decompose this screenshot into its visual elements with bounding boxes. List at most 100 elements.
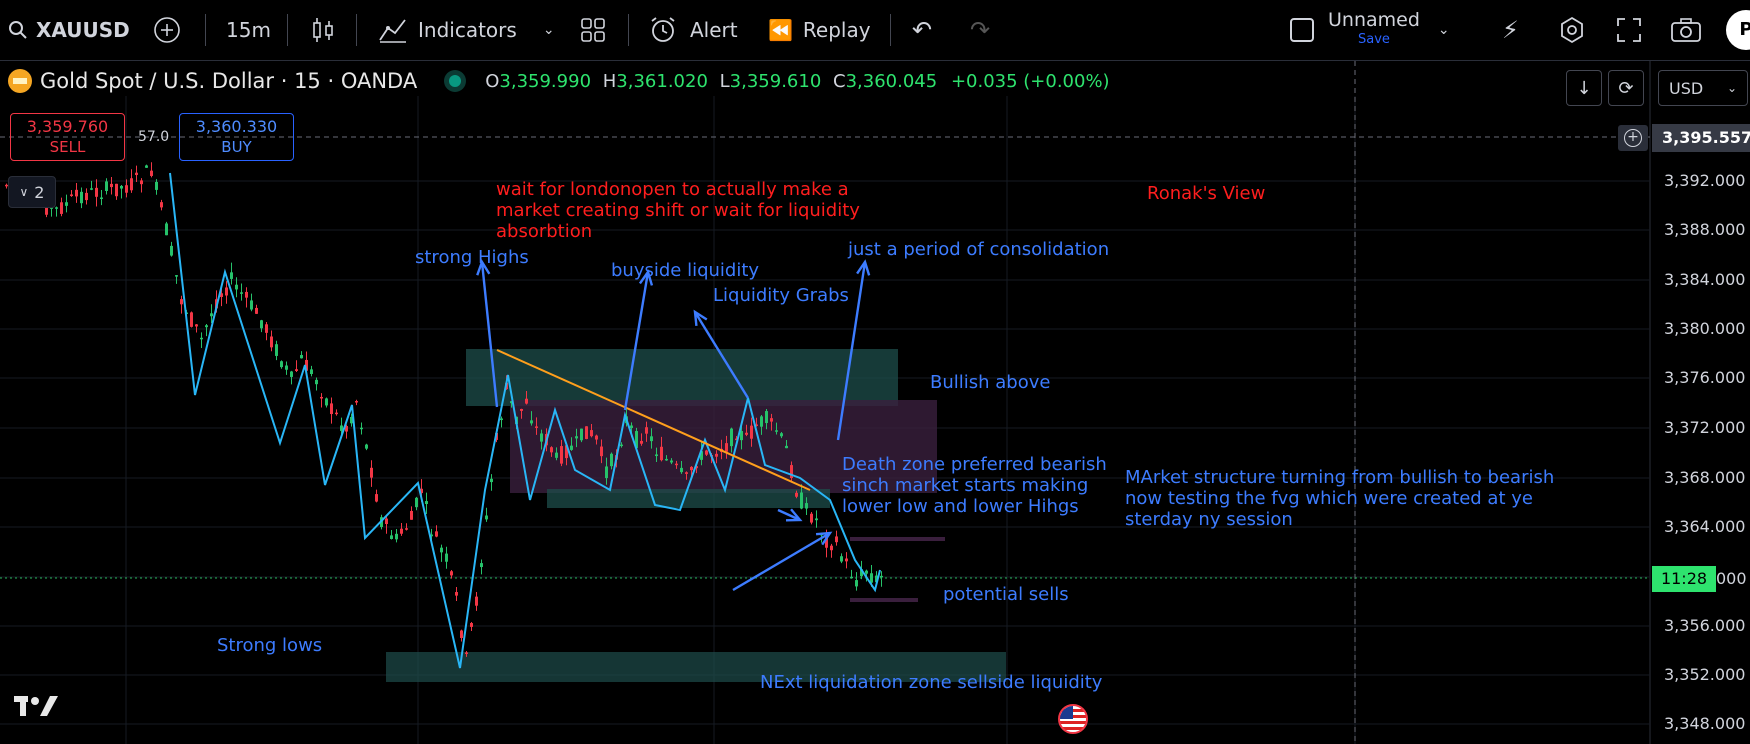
candle-body	[105, 181, 108, 191]
candle-body	[610, 453, 613, 467]
sell-button[interactable]: 3,359.760 SELL	[10, 113, 125, 161]
annotation-liquidity-grabs[interactable]: Liquidity Grabs	[713, 285, 849, 306]
candle-body	[550, 447, 553, 453]
us-economic-event-icon[interactable]	[1058, 704, 1088, 734]
alert-button[interactable]: Alert	[648, 0, 738, 60]
checkbox-icon	[1290, 18, 1314, 42]
candle-body	[540, 433, 543, 442]
candle-body	[840, 556, 843, 562]
candle-body	[95, 187, 98, 197]
profile-button[interactable]: P	[1726, 0, 1750, 60]
indicator-collapse-toggle[interactable]: ∨ 2	[8, 176, 56, 208]
candle-body	[805, 503, 808, 509]
symbol-title[interactable]: Gold Spot / U.S. Dollar · 15 · OANDA	[40, 69, 417, 93]
layouts-button[interactable]	[580, 0, 606, 60]
candle-body	[190, 312, 193, 327]
candle-body	[90, 188, 93, 190]
symbol-search[interactable]: XAUUSD	[8, 0, 130, 60]
indicators-icon	[379, 19, 406, 43]
candle-body	[575, 436, 578, 439]
chevron-down-icon[interactable]: ⌄	[543, 22, 555, 38]
candle-body	[120, 185, 123, 189]
gear-icon	[1561, 16, 1583, 44]
rewind-icon: ⏪	[768, 18, 793, 42]
candle-body	[395, 533, 398, 540]
annotation-bullish-above[interactable]: Bullish above	[930, 372, 1050, 393]
candle-body	[870, 573, 873, 583]
interval-button[interactable]: 15m	[226, 0, 271, 60]
chevron-down-icon: ∨	[19, 185, 29, 199]
candle-body	[795, 492, 798, 497]
chart-type-button[interactable]	[310, 0, 336, 60]
close-label: C	[833, 70, 846, 92]
candle-body	[750, 425, 753, 439]
tradingview-logo[interactable]	[14, 692, 60, 720]
buy-button[interactable]: 3,360.330 BUY	[179, 113, 294, 161]
annotation-potential-sells[interactable]: potential sells	[943, 584, 1069, 605]
annotation-strong-lows[interactable]: Strong lows	[217, 635, 322, 656]
candle-body	[60, 202, 63, 214]
symbol-legend: Gold Spot / U.S. Dollar · 15 · OANDA O3,…	[8, 66, 1110, 96]
annotation-ronaks-view[interactable]: Ronak's View	[1147, 183, 1265, 204]
ohlc-values: O3,359.990 H3,361.020 L3,359.610 C3,360.…	[485, 71, 1109, 92]
compare-symbol-button[interactable]	[153, 0, 181, 60]
annotation-market-structure[interactable]: MArket structure turning from bullish to…	[1125, 467, 1554, 530]
scroll-down-button[interactable]: ↓	[1566, 70, 1602, 106]
candle-body	[785, 445, 788, 449]
replay-button[interactable]: ⏪ Replay	[768, 0, 871, 60]
alert-label: Alert	[690, 18, 738, 42]
candle-body	[770, 418, 773, 422]
candle-body	[115, 183, 118, 197]
candle-body	[725, 443, 728, 452]
candle-body	[670, 460, 673, 463]
grid-layout-icon	[581, 18, 605, 42]
indicators-button[interactable]: Indicators ⌄	[378, 0, 555, 60]
candle-body	[835, 536, 838, 543]
high-label: H	[602, 70, 617, 92]
settings-button[interactable]	[1558, 0, 1586, 60]
candle-body	[230, 272, 233, 279]
fullscreen-button[interactable]	[1616, 0, 1642, 60]
fullscreen-icon	[1617, 18, 1641, 42]
quick-search-button[interactable]: ⚡	[1502, 0, 1519, 60]
indicators-label: Indicators	[418, 18, 517, 42]
candle-body	[855, 580, 858, 587]
zone-fvg-teal	[547, 489, 830, 508]
annotation-death-zone[interactable]: Death zone preferred bearish sinch marke…	[842, 454, 1107, 517]
snapshot-button[interactable]	[1670, 0, 1702, 60]
candle-body	[520, 408, 523, 411]
candle-body	[555, 452, 558, 458]
candle-body	[280, 361, 283, 368]
candle-body	[600, 446, 603, 457]
add-alert-button[interactable]: +	[1618, 125, 1648, 151]
save-link[interactable]: Save	[1328, 30, 1420, 50]
candle-body	[490, 478, 493, 483]
candle-body	[365, 444, 368, 449]
arrow-potential-sells	[732, 531, 831, 592]
candle-body	[85, 192, 88, 201]
chevron-down-icon[interactable]: ⌄	[1438, 22, 1450, 38]
zone-bullish-above	[466, 349, 898, 406]
candle-body	[385, 518, 388, 524]
plus-circle-icon	[154, 17, 180, 43]
candle-body	[125, 185, 128, 193]
annotation-next-liquidation-zone[interactable]: NExt liquidation zone sellside liquidity	[760, 672, 1102, 693]
auto-scale-button[interactable]: ⟳	[1608, 70, 1644, 106]
annotation-strong-highs[interactable]: strong Highs	[415, 247, 529, 268]
candles-icon	[313, 18, 333, 42]
candle-body	[415, 497, 418, 508]
candle-body	[470, 623, 473, 627]
redo-button[interactable]: ↷	[970, 0, 990, 60]
candle-body	[130, 178, 133, 191]
annotation-buyside-liquidity[interactable]: buyside liquidity	[611, 260, 759, 281]
price-tick-label: 3,388.000	[1664, 220, 1746, 239]
annotation-consolidation[interactable]: just a period of consolidation	[848, 239, 1109, 260]
annotation-london-open[interactable]: wait for londonopen to actually make a m…	[496, 179, 860, 242]
candle-body	[70, 194, 73, 197]
undo-button[interactable]: ↶	[912, 0, 932, 60]
layout-menu[interactable]: Unnamed Save ⌄	[1290, 0, 1450, 60]
candle-body	[295, 369, 298, 371]
candle-body	[685, 472, 688, 474]
currency-select[interactable]: USD ⌄	[1658, 70, 1748, 106]
candle-body	[580, 428, 583, 441]
